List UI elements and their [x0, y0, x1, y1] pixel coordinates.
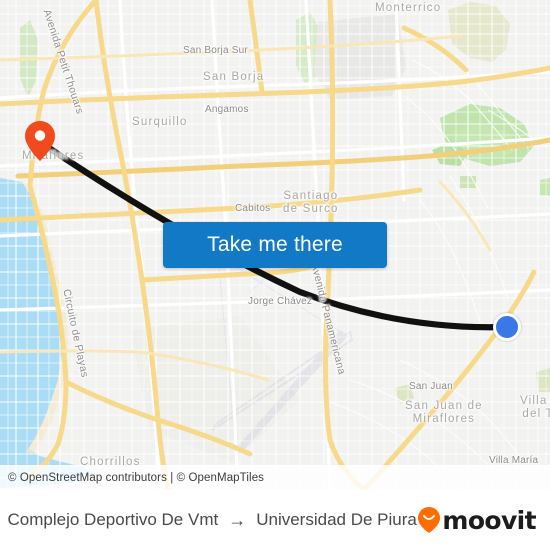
map-canvas[interactable]: Monterrico San Borja Sur San Borja Angamos S…	[0, 0, 550, 490]
arrow-right-icon: →	[228, 510, 247, 530]
take-me-there-button[interactable]: Take me there	[163, 222, 387, 268]
origin-marker-pin[interactable]	[25, 121, 55, 161]
destination-marker-dot[interactable]	[493, 313, 521, 341]
footer-bar: Complejo Deportivo De Vmt → Universidad …	[0, 490, 550, 550]
moovit-wordmark: moovit	[442, 505, 536, 535]
map-pin-icon	[25, 121, 55, 161]
map-attribution[interactable]: © OpenStreetMap contributors | © OpenMap…	[0, 465, 550, 490]
route-summary: Complejo Deportivo De Vmt → Universidad …	[0, 510, 418, 530]
route-origin-label: Complejo Deportivo De Vmt	[7, 510, 219, 529]
moovit-route-screenshot: Monterrico San Borja Sur San Borja Angamos S…	[0, 0, 550, 550]
moovit-logo[interactable]: moovit	[418, 506, 550, 535]
route-destination-label: Universidad De Piura	[256, 510, 417, 529]
moovit-pin-icon	[418, 507, 441, 533]
